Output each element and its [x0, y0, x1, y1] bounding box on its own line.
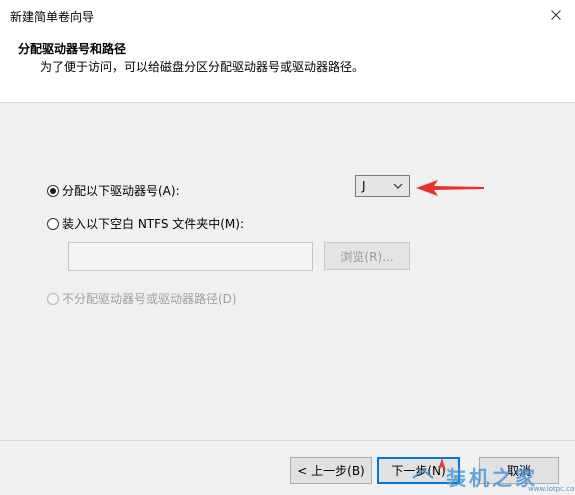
title-bar: 新建简单卷向导 — [0, 0, 575, 30]
footer-divider — [0, 440, 575, 441]
drive-letter-value: J — [362, 179, 366, 193]
page-subtitle: 为了便于访问，可以给磁盘分区分配驱动器号或驱动器路径。 — [40, 60, 365, 74]
drive-letter-select[interactable]: J — [355, 175, 410, 197]
chevron-down-icon — [393, 183, 403, 189]
mount-folder-option[interactable]: 装入以下空白 NTFS 文件夹中(M): — [47, 215, 244, 232]
annotation-arrow-icon — [416, 180, 484, 196]
assign-letter-option[interactable]: 分配以下驱动器号(A): — [47, 182, 180, 199]
assign-letter-label: 分配以下驱动器号(A): — [62, 184, 180, 198]
wizard-header: 分配驱动器号和路径 为了便于访问，可以给磁盘分区分配驱动器号或驱动器路径。 — [0, 30, 575, 103]
back-button[interactable]: < 上一步(B) — [290, 457, 372, 484]
mount-folder-label: 装入以下空白 NTFS 文件夹中(M): — [62, 217, 245, 231]
no-assign-option: 不分配驱动器号或驱动器路径(D) — [47, 290, 237, 307]
no-assign-label: 不分配驱动器号或驱动器路径(D) — [62, 292, 237, 306]
page-title: 分配驱动器号和路径 — [18, 42, 127, 56]
browse-button[interactable]: 浏览(R)... — [324, 242, 410, 270]
no-assign-radio — [47, 292, 59, 305]
folder-path-input[interactable] — [68, 242, 313, 271]
cancel-button[interactable]: 取消 — [479, 457, 559, 484]
next-button[interactable]: 下一步(N) — [377, 457, 460, 484]
watermark-url: www.lotpc.com — [528, 485, 575, 493]
mount-folder-radio[interactable] — [47, 217, 59, 230]
close-icon — [551, 10, 561, 20]
window-title: 新建简单卷向导 — [10, 10, 95, 24]
close-button[interactable] — [537, 0, 575, 30]
assign-letter-radio[interactable] — [47, 184, 59, 197]
wizard-window: 新建简单卷向导 分配驱动器号和路径 为了便于访问，可以给磁盘分区分配驱动器号或驱… — [0, 0, 575, 495]
